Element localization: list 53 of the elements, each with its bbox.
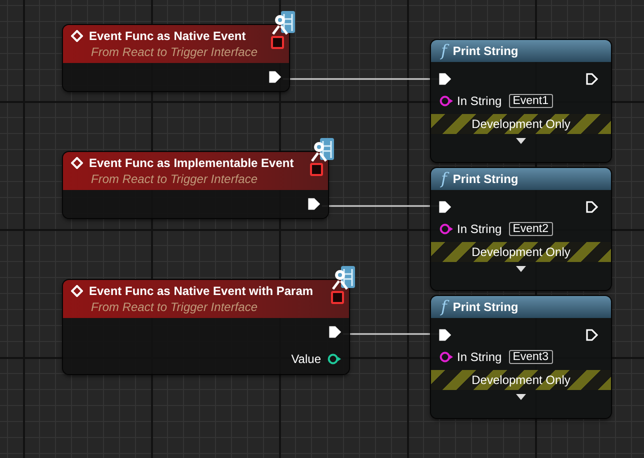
pin-label: In String bbox=[457, 350, 502, 364]
exec-pin-icon[interactable] bbox=[269, 71, 281, 83]
event-node[interactable]: Event Func as Implementable Event From React to Trigger Interface bbox=[63, 152, 328, 218]
node-title: Event Func as Native Event with Param bbox=[89, 284, 314, 298]
string-pin-icon[interactable] bbox=[439, 223, 453, 235]
development-only-banner: Development Only bbox=[431, 242, 611, 262]
event-node[interactable]: Event Func as Native Event with Param From React to Trigger Interface Value bbox=[63, 280, 349, 374]
event-diamond-icon[interactable] bbox=[71, 157, 83, 169]
event-diamond-icon[interactable] bbox=[71, 285, 83, 297]
exec-pin-icon[interactable] bbox=[439, 73, 451, 85]
interface-icon[interactable] bbox=[309, 137, 335, 163]
pin-label: In String bbox=[457, 222, 502, 236]
function-icon: f bbox=[441, 299, 447, 315]
exec-pin-icon[interactable] bbox=[586, 73, 598, 85]
interface-icon[interactable] bbox=[270, 10, 296, 36]
function-node[interactable]: f Print String In String Event3 Development Only bbox=[431, 296, 611, 418]
string-pin-icon[interactable] bbox=[439, 351, 453, 363]
node-subtitle: From React to Trigger Interface bbox=[90, 300, 258, 314]
exec-pin-icon[interactable] bbox=[439, 329, 451, 341]
expand-arrow-icon[interactable] bbox=[515, 265, 527, 273]
string-input-field[interactable]: Event2 bbox=[508, 222, 553, 236]
node-subtitle: From React to Trigger Interface bbox=[90, 45, 258, 59]
function-icon: f bbox=[441, 43, 447, 59]
event-node[interactable]: Event Func as Native Event From React to Trigger Interface bbox=[63, 25, 289, 91]
node-title: Event Func as Native Event bbox=[89, 29, 246, 43]
exec-pin-icon[interactable] bbox=[329, 326, 341, 338]
delegate-pin-icon[interactable] bbox=[310, 163, 323, 176]
expand-arrow-icon[interactable] bbox=[515, 137, 527, 145]
node-title: Print String bbox=[452, 300, 518, 314]
function-node[interactable]: f Print String In String Event1 Development Only bbox=[431, 40, 611, 162]
string-input-field[interactable]: Event3 bbox=[508, 350, 553, 364]
exec-pin-icon[interactable] bbox=[439, 201, 451, 213]
exec-pin-icon[interactable] bbox=[586, 329, 598, 341]
node-title: Print String bbox=[452, 44, 518, 58]
delegate-pin-icon[interactable] bbox=[331, 291, 344, 304]
data-pin-icon[interactable] bbox=[327, 353, 341, 365]
interface-icon[interactable] bbox=[330, 265, 356, 291]
delegate-pin-icon[interactable] bbox=[271, 36, 284, 49]
exec-pin-icon[interactable] bbox=[586, 201, 598, 213]
pin-label: Value bbox=[291, 352, 321, 366]
string-input-field[interactable]: Event1 bbox=[508, 94, 553, 108]
node-title: Event Func as Implementable Event bbox=[89, 156, 294, 170]
development-only-banner: Development Only bbox=[431, 114, 611, 134]
event-diamond-icon[interactable] bbox=[71, 30, 83, 42]
node-title: Print String bbox=[452, 172, 518, 186]
function-node[interactable]: f Print String In String Event2 Development Only bbox=[431, 168, 611, 290]
node-subtitle: From React to Trigger Interface bbox=[90, 172, 258, 186]
function-icon: f bbox=[441, 171, 447, 187]
exec-pin-icon[interactable] bbox=[308, 198, 320, 210]
string-pin-icon[interactable] bbox=[439, 95, 453, 107]
development-only-banner: Development Only bbox=[431, 370, 611, 390]
expand-arrow-icon[interactable] bbox=[515, 393, 527, 401]
pin-label: In String bbox=[457, 94, 502, 108]
